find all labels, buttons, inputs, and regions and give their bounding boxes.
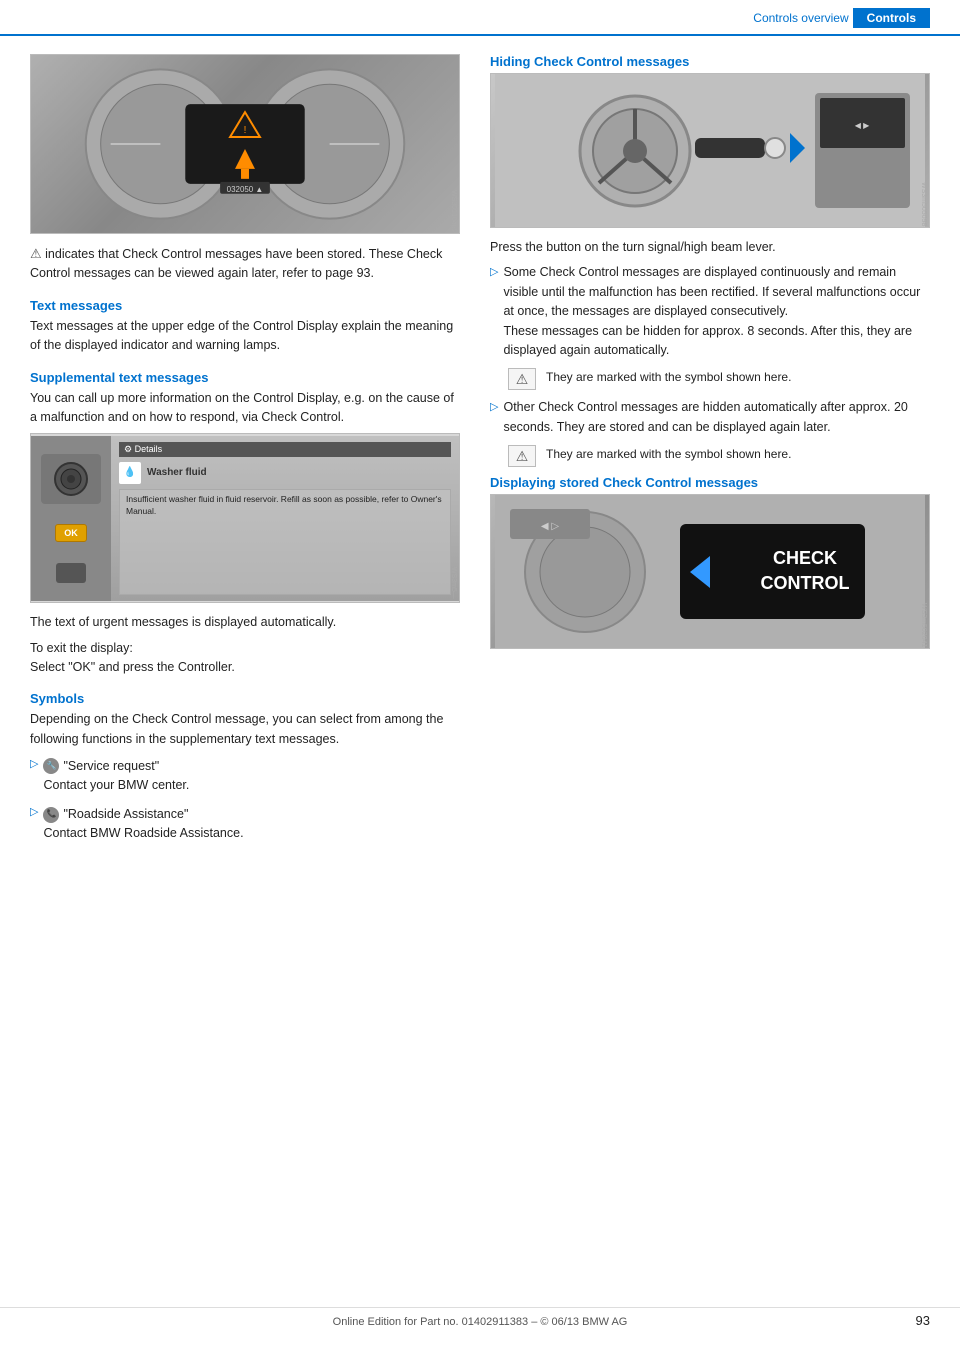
symbols-heading: Symbols (30, 691, 460, 706)
page-number: 93 (916, 1313, 930, 1328)
steering-image: ◀ ▶ WS3m505098 (490, 73, 930, 228)
service-request-item: ▷ 🔧 "Service request" Contact your BMW c… (30, 755, 460, 795)
washer-icon: 💧 (119, 462, 141, 484)
header-bar: Controls overview Controls (0, 0, 960, 36)
text-messages-body: Text messages at the upper edge of the C… (30, 317, 460, 356)
warning-symbol-box-1: ⚠ (508, 368, 536, 390)
right-column: Hiding Check Control messages (490, 54, 930, 852)
sym-2-text: They are marked with the symbol shown he… (546, 445, 791, 464)
warning-triangle-sym-1: ⚠ (516, 371, 529, 388)
washer-label: Washer fluid (147, 467, 207, 478)
svg-text:032050 ▲: 032050 ▲ (227, 185, 264, 194)
bullet-2-content: Other Check Control messages are hidden … (503, 398, 930, 437)
details-image: OK ⚙ Details 💧 Washer fluid Insufficient… (30, 433, 460, 603)
supplemental-body: You can call up more information on the … (30, 389, 460, 428)
left-column: ! 032050 ▲ WS305104ps ⚠ indicates that C… (30, 54, 460, 852)
text-messages-heading: Text messages (30, 298, 460, 313)
sym-1-text: They are marked with the symbol shown he… (546, 368, 791, 387)
supplemental-heading: Supplemental text messages (30, 370, 460, 385)
details-right-panel: ⚙ Details 💧 Washer fluid Insufficient wa… (111, 436, 459, 601)
footer-text: Online Edition for Part no. 01402911383 … (333, 1316, 628, 1328)
washer-row: 💧 Washer fluid (119, 462, 451, 484)
bullet-1-item: ▷ Some Check Control messages are displa… (490, 263, 930, 360)
warning-triangle-icon: ⚠ (30, 244, 42, 264)
svg-text:CHECK: CHECK (773, 548, 837, 568)
main-content: ! 032050 ▲ WS305104ps ⚠ indicates that C… (0, 36, 960, 882)
breadcrumb-active: Controls (853, 8, 930, 28)
watermark-right-top: WS3m505098 (920, 182, 927, 226)
displaying-heading: Displaying stored Check Control messages (490, 475, 930, 490)
check-control-image: ◀ ▷ CHECK CONTROL WS3m502041 (490, 494, 930, 649)
ok-button[interactable]: OK (55, 524, 87, 542)
svg-text:◀ ▶: ◀ ▶ (855, 121, 870, 130)
roadside-item: ▷ 📞 "Roadside Assistance" Contact BMW Ro… (30, 803, 460, 843)
svg-text:!: ! (244, 125, 247, 136)
watermark-left: WS305104ps (450, 190, 457, 232)
hiding-heading: Hiding Check Control messages (490, 54, 930, 69)
roadside-content: 📞 "Roadside Assistance" Contact BMW Road… (43, 803, 243, 843)
watermark-details: WS3m5— (450, 567, 457, 599)
auto-display-text: The text of urgent messages is displayed… (30, 613, 460, 632)
hiding-body: Press the button on the turn signal/high… (490, 238, 930, 257)
symbol-row-2: ⚠ They are marked with the symbol shown … (508, 445, 930, 467)
roadside-icon: 📞 (43, 807, 59, 823)
exit-text: To exit the display: Select "OK" and pre… (30, 639, 460, 678)
footer: Online Edition for Part no. 01402911383 … (0, 1307, 960, 1328)
svg-text:◀ ▷: ◀ ▷ (541, 521, 559, 532)
bullet-triangle-1: ▷ (30, 757, 38, 770)
symbols-body: Depending on the Check Control message, … (30, 710, 460, 749)
breadcrumb-inactive: Controls overview (753, 11, 848, 25)
warning-paragraph: ⚠ indicates that Check Control messages … (30, 244, 460, 284)
details-left-panel: OK (31, 436, 111, 601)
warning-triangle-sym-2: ⚠ (516, 448, 529, 465)
bottom-control (56, 563, 86, 583)
details-panel-graphic (41, 454, 101, 504)
details-text-box: Insufficient washer fluid in fluid reser… (119, 489, 451, 595)
watermark-check-control: WS3m502041 (920, 603, 927, 647)
symbol-row-1: ⚠ They are marked with the symbol shown … (508, 368, 930, 390)
bullet-triangle-2: ▷ (30, 805, 38, 818)
bullet-1-content: Some Check Control messages are displaye… (503, 263, 930, 360)
svg-text:CONTROL: CONTROL (761, 573, 850, 593)
bullet-2-item: ▷ Other Check Control messages are hidde… (490, 398, 930, 437)
bullet-tri-right-2: ▷ (490, 400, 498, 413)
service-icon: 🔧 (43, 758, 59, 774)
instrument-cluster-image: ! 032050 ▲ WS305104ps (30, 54, 460, 234)
warning-symbol-box-2: ⚠ (508, 445, 536, 467)
service-request-content: 🔧 "Service request" Contact your BMW cen… (43, 755, 189, 795)
details-title-text: ⚙ Details (124, 444, 162, 455)
bullet-tri-right-1: ▷ (490, 265, 498, 278)
details-title-bar: ⚙ Details (119, 442, 451, 457)
